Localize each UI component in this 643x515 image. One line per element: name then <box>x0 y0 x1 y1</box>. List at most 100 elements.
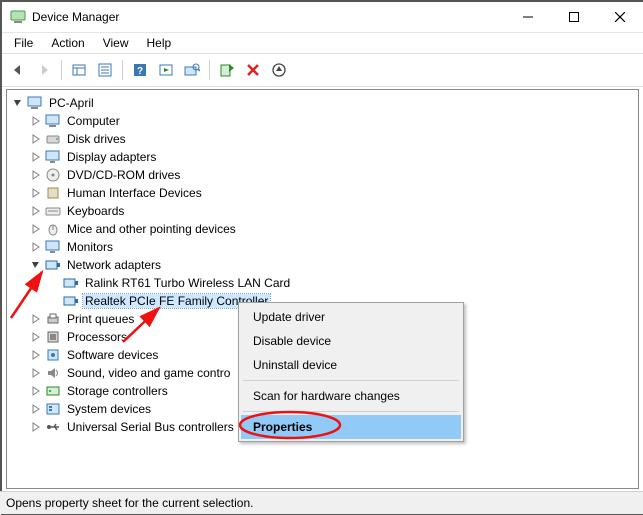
device-tree-panel: PC-April Computer Disk drives Display adap… <box>6 89 639 489</box>
mouse-icon <box>45 221 61 237</box>
chevron-down-icon[interactable] <box>29 258 43 272</box>
keyboard-icon <box>45 203 61 219</box>
device-manager-app-icon <box>10 9 26 25</box>
tree-root[interactable]: PC-April <box>11 94 638 112</box>
menu-view[interactable]: View <box>95 34 137 52</box>
chevron-right-icon[interactable] <box>29 186 43 200</box>
tree-category[interactable]: Keyboards <box>11 202 638 220</box>
chevron-right-icon[interactable] <box>29 168 43 182</box>
action-button[interactable] <box>154 58 178 82</box>
svg-text:?: ? <box>137 66 143 77</box>
tree-category[interactable]: Display adapters <box>11 148 638 166</box>
category-label: DVD/CD-ROM drives <box>65 168 182 182</box>
tree-category[interactable]: DVD/CD-ROM drives <box>11 166 638 184</box>
chevron-right-icon[interactable] <box>29 366 43 380</box>
close-button[interactable] <box>597 2 643 32</box>
ctx-uninstall-device[interactable]: Uninstall device <box>241 353 461 377</box>
toolbar-separator <box>122 60 123 80</box>
tree-category[interactable]: Disk drives <box>11 130 638 148</box>
category-label: Monitors <box>65 240 115 254</box>
toolbar-separator <box>61 60 62 80</box>
category-label: Keyboards <box>65 204 126 218</box>
menu-bar: File Action View Help <box>2 33 643 53</box>
category-label: Computer <box>65 114 122 128</box>
tree-category[interactable]: Human Interface Devices <box>11 184 638 202</box>
hid-icon <box>45 185 61 201</box>
network-adapter-icon <box>63 275 79 291</box>
dvd-drive-icon <box>45 167 61 183</box>
tree-category[interactable]: Monitors <box>11 238 638 256</box>
chevron-right-icon[interactable] <box>29 204 43 218</box>
category-network-adapters[interactable]: Network adapters <box>11 256 638 274</box>
category-label: Disk drives <box>65 132 128 146</box>
tree-category[interactable]: Computer <box>11 112 638 130</box>
minimize-button[interactable] <box>505 2 551 32</box>
chevron-right-icon[interactable] <box>29 348 43 362</box>
ctx-separator <box>243 380 459 381</box>
chevron-right-icon[interactable] <box>29 330 43 344</box>
software-device-icon <box>45 347 61 363</box>
chevron-right-icon[interactable] <box>29 420 43 434</box>
chevron-down-icon[interactable] <box>11 96 25 110</box>
device-network-ralink[interactable]: Ralink RT61 Turbo Wireless LAN Card <box>11 274 638 292</box>
category-label: Universal Serial Bus controllers <box>65 420 236 434</box>
disk-drive-icon <box>45 131 61 147</box>
monitor-icon <box>45 239 61 255</box>
category-label: Processors <box>65 330 129 344</box>
title-bar: Device Manager <box>2 2 643 33</box>
chevron-right-icon[interactable] <box>29 150 43 164</box>
storage-controller-icon <box>45 383 61 399</box>
toolbar-separator <box>209 60 210 80</box>
help-button[interactable]: ? <box>128 58 152 82</box>
properties-toolbar-button[interactable] <box>93 58 117 82</box>
back-button[interactable] <box>6 58 30 82</box>
category-label: Network adapters <box>65 258 163 272</box>
update-driver-button[interactable] <box>267 58 291 82</box>
tree-root-label: PC-April <box>47 96 96 110</box>
scan-hardware-button[interactable] <box>180 58 204 82</box>
category-label: Print queues <box>65 312 136 326</box>
forward-button[interactable] <box>32 58 56 82</box>
chevron-right-icon[interactable] <box>29 132 43 146</box>
computer-root-icon <box>27 95 43 111</box>
display-adapter-icon <box>45 149 61 165</box>
network-adapter-icon <box>45 257 61 273</box>
category-label: Sound, video and game contro <box>65 366 232 380</box>
status-text: Opens property sheet for the current sel… <box>6 496 253 510</box>
enable-device-button[interactable] <box>215 58 239 82</box>
ctx-update-driver[interactable]: Update driver <box>241 305 461 329</box>
ctx-scan-hardware[interactable]: Scan for hardware changes <box>241 384 461 408</box>
toolbar: ? <box>2 53 643 87</box>
ctx-disable-device[interactable]: Disable device <box>241 329 461 353</box>
chevron-right-icon[interactable] <box>29 312 43 326</box>
menu-file[interactable]: File <box>6 34 41 52</box>
category-label: Mice and other pointing devices <box>65 222 238 236</box>
chevron-right-icon[interactable] <box>29 384 43 398</box>
category-label: Display adapters <box>65 150 158 164</box>
ctx-separator <box>243 411 459 412</box>
chevron-right-icon[interactable] <box>29 402 43 416</box>
chevron-right-icon[interactable] <box>29 114 43 128</box>
chevron-right-icon[interactable] <box>29 240 43 254</box>
category-label: Software devices <box>65 348 160 362</box>
device-label: Ralink RT61 Turbo Wireless LAN Card <box>83 276 292 290</box>
system-device-icon <box>45 401 61 417</box>
menu-action[interactable]: Action <box>43 34 92 52</box>
window-title: Device Manager <box>32 10 505 24</box>
category-label: Storage controllers <box>65 384 170 398</box>
computer-icon <box>45 113 61 129</box>
maximize-button[interactable] <box>551 2 597 32</box>
category-label: Human Interface Devices <box>65 186 204 200</box>
ctx-properties[interactable]: Properties <box>241 415 461 439</box>
category-label: System devices <box>65 402 153 416</box>
printer-icon <box>45 311 61 327</box>
menu-help[interactable]: Help <box>139 34 180 52</box>
sound-device-icon <box>45 365 61 381</box>
uninstall-device-button[interactable] <box>241 58 265 82</box>
network-adapter-icon <box>63 293 79 309</box>
chevron-right-icon[interactable] <box>29 222 43 236</box>
tree-category[interactable]: Mice and other pointing devices <box>11 220 638 238</box>
context-menu: Update driver Disable device Uninstall d… <box>238 302 464 442</box>
status-bar: Opens property sheet for the current sel… <box>0 491 643 514</box>
show-hide-tree-button[interactable] <box>67 58 91 82</box>
